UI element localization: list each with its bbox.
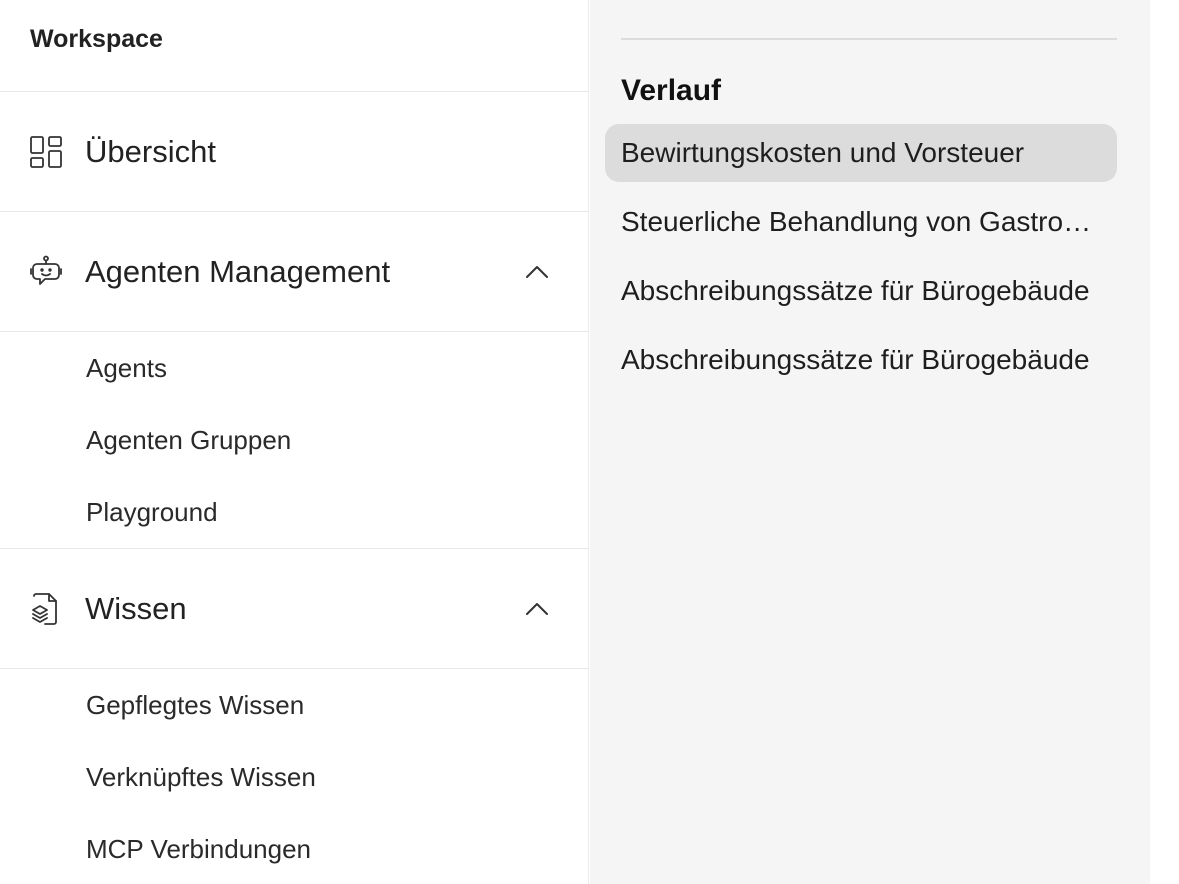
sidebar-item-verknuepftes-wissen[interactable]: Verknüpftes Wissen: [0, 741, 588, 813]
sidebar-item-overview[interactable]: Übersicht: [0, 92, 588, 212]
sidebar-item-gepflegtes-wissen[interactable]: Gepflegtes Wissen: [0, 669, 588, 741]
robot-chat-icon: [30, 253, 68, 291]
sidebar-section-label: Wissen: [85, 590, 187, 626]
agenten-submenu: Agents Agenten Gruppen Playground: [0, 332, 588, 549]
wissen-submenu: Gepflegtes Wissen Verknüpftes Wissen MCP…: [0, 669, 588, 884]
dashboard-grid-icon: [30, 133, 68, 171]
workspace-page: Workspace Übersicht Agenten Management A…: [0, 0, 1179, 884]
chevron-up-icon[interactable]: [522, 594, 552, 624]
chevron-up-icon[interactable]: [522, 257, 552, 287]
window-edge: [1150, 0, 1179, 884]
history-list: Bewirtungskosten und Vorsteuer Steuerlic…: [605, 124, 1117, 400]
sidebar-section-wissen[interactable]: Wissen: [0, 549, 588, 669]
sidebar-item-playground[interactable]: Playground: [0, 476, 588, 548]
sidebar-header: Workspace: [0, 0, 588, 92]
history-title: Verlauf: [621, 74, 722, 107]
sidebar-item-label: Übersicht: [85, 133, 216, 169]
sidebar-section-agenten-management[interactable]: Agenten Management: [0, 212, 588, 332]
history-item-label: Abschreibungssätze für Bürogebäude: [621, 344, 1090, 375]
history-item-label: Steuerliche Behandlung von Gastronomieum…: [621, 206, 1101, 237]
history-item-label: Bewirtungskosten und Vorsteuer: [621, 137, 1025, 168]
knowledge-document-icon: [30, 590, 68, 628]
history-item[interactable]: Abschreibungssätze für Bürogebäude: [605, 262, 1117, 320]
sidebar-nav: Workspace Übersicht Agenten Management A…: [0, 0, 589, 884]
history-item-label: Abschreibungssätze für Bürogebäude: [621, 275, 1090, 306]
history-item[interactable]: Steuerliche Behandlung von Gastronomieum…: [605, 193, 1117, 251]
sidebar-item-mcp-verbindungen[interactable]: MCP Verbindungen: [0, 813, 588, 884]
history-panel: Verlauf Bewirtungskosten und Vorsteuer S…: [590, 0, 1150, 884]
history-item[interactable]: Bewirtungskosten und Vorsteuer: [605, 124, 1117, 182]
sidebar-item-agents[interactable]: Agents: [0, 332, 588, 404]
sidebar-section-label: Agenten Management: [85, 253, 391, 289]
divider: [621, 38, 1117, 40]
sidebar-item-agenten-gruppen[interactable]: Agenten Gruppen: [0, 404, 588, 476]
history-item[interactable]: Abschreibungssätze für Bürogebäude: [605, 331, 1117, 389]
workspace-title: Workspace: [30, 25, 163, 53]
